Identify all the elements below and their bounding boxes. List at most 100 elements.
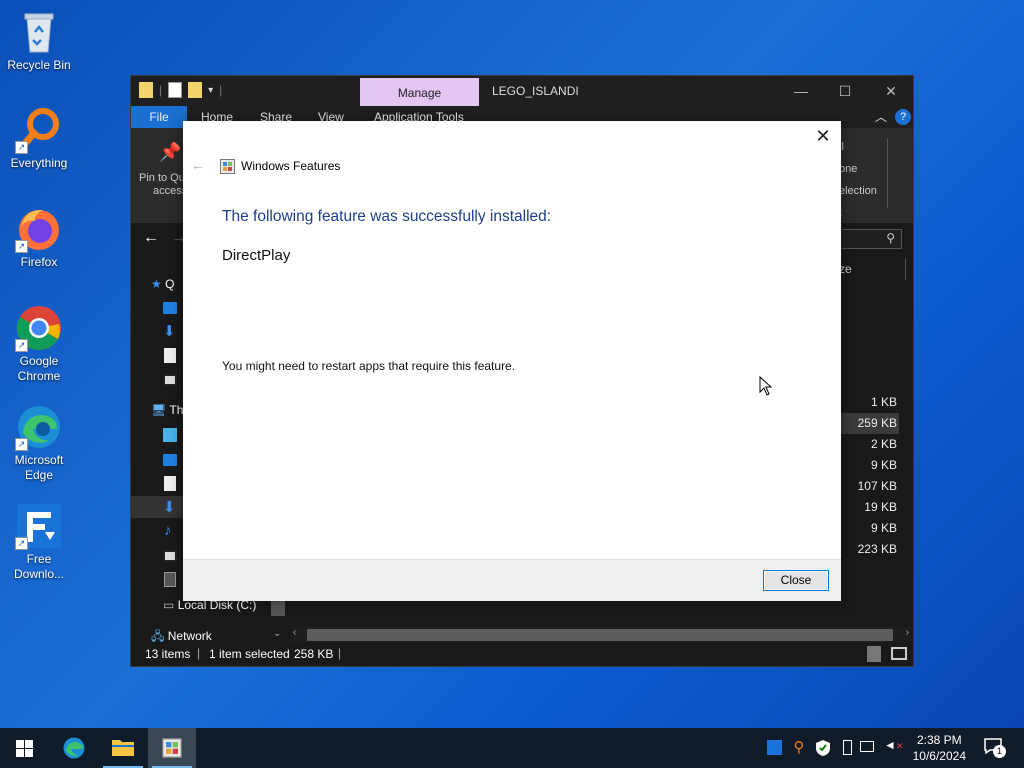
dialog-heading: The following feature was successfully i… [222, 208, 552, 225]
new-folder-icon[interactable] [188, 82, 203, 98]
drive-icon: ▭ [163, 598, 175, 612]
pin-icon: 📌 [159, 142, 182, 162]
music-icon[interactable]: ♪ [164, 522, 172, 539]
column-divider [905, 258, 906, 280]
network-tray-icon[interactable] [860, 738, 878, 758]
search-icon: ⚲ [886, 231, 895, 245]
documents-icon[interactable] [164, 476, 176, 491]
desktop-icon-label: Everything [10, 156, 68, 170]
downloads-icon: ⬇ [163, 499, 176, 516]
ribbon-label: t [839, 202, 877, 224]
volume-muted-icon[interactable]: ◄✕ [884, 738, 903, 758]
status-bar: 13 items | 1 item selected 258 KB | [131, 642, 913, 666]
start-button[interactable] [0, 728, 48, 768]
window-title: LEGO_ISLANDI [492, 84, 579, 98]
desktop-icon-edge[interactable]: ↗ Microsoft Edge [2, 403, 76, 483]
free-download-manager-tray-icon[interactable] [767, 738, 785, 758]
shortcut-arrow-icon: ↗ [15, 141, 28, 154]
firefox-icon: ↗ [15, 205, 63, 253]
restart-note: You might need to restart apps that requ… [222, 359, 516, 373]
windows-features-icon [220, 159, 235, 174]
dialog-close-icon[interactable]: ✕ [813, 127, 833, 147]
windows-features-dialog: ✕ ← Windows Features The following featu… [183, 121, 841, 601]
tab-manage[interactable]: Manage [360, 78, 479, 106]
selection-info: 1 item selected [209, 647, 290, 661]
desktop-icon-firefox[interactable]: ↗ Firefox [2, 205, 76, 270]
network-icon: 🖧 [151, 629, 165, 643]
back-arrow-icon: ← [191, 157, 205, 173]
taskbar-file-explorer[interactable] [99, 728, 147, 768]
defender-shield-icon[interactable] [814, 738, 832, 758]
shortcut-arrow-icon: ↗ [15, 537, 28, 550]
usb-device-icon[interactable] [838, 738, 856, 758]
downloads-icon[interactable]: ⬇ [163, 322, 176, 340]
desktop-icon-recycle-bin[interactable]: Recycle Bin [2, 8, 76, 73]
item-count: 13 items [145, 647, 191, 661]
taskbar-edge[interactable] [50, 728, 98, 768]
ribbon-divider [887, 138, 888, 208]
everything-tray-icon[interactable]: ⚲ [790, 738, 808, 758]
horizontal-scrollbar[interactable]: ‹ › [291, 627, 911, 643]
3d-objects-icon[interactable] [163, 428, 177, 442]
scroll-right-icon[interactable]: › [906, 627, 909, 638]
chevron-down-icon[interactable]: ⌄ [273, 628, 281, 639]
scrollbar-thumb[interactable] [307, 629, 893, 641]
desktop-icon-label: Recycle Bin [7, 58, 71, 72]
windows-features-icon [162, 738, 182, 758]
search-box[interactable]: ⚲ [836, 229, 902, 249]
desktop-icon-chrome[interactable]: ↗ Google Chrome [2, 304, 76, 384]
desktop-folder-icon[interactable] [163, 454, 177, 466]
close-button[interactable]: Close [763, 570, 829, 591]
system-clock[interactable]: 2:38 PM 10/6/2024 [913, 732, 966, 764]
edge-icon: ↗ [15, 403, 63, 451]
pictures-icon[interactable] [163, 550, 177, 562]
customize-qat-icon[interactable]: ▾ [208, 85, 213, 96]
nav-this-pc[interactable]: 🖥 Th [151, 400, 183, 420]
desktop-icon-label: Microsoft Edge [14, 453, 64, 482]
dialog-title: Windows Features [241, 159, 341, 173]
ribbon-label[interactable]: one [839, 158, 877, 180]
videos-icon[interactable] [164, 572, 176, 587]
close-window-button[interactable]: ✕ [871, 80, 911, 102]
separator: | [338, 646, 342, 660]
separator: | [219, 83, 223, 97]
tab-file[interactable]: File [131, 106, 187, 128]
desktop-icon-everything[interactable]: ↗ Everything [2, 106, 76, 171]
desktop-folder-icon[interactable] [163, 302, 177, 314]
desktop-icon-label: Firefox [20, 255, 58, 269]
collapse-ribbon-icon[interactable]: ︿ [875, 108, 887, 125]
computer-icon: 🖥 [151, 403, 167, 417]
quick-access-toolbar: | ▾ | [139, 82, 222, 98]
shortcut-arrow-icon: ↗ [15, 339, 28, 352]
desktop-icon-label: Google Chrome [17, 354, 61, 383]
clock-date: 10/6/2024 [912, 749, 966, 763]
nav-label: Network [167, 629, 212, 643]
explorer-title-bar: | ▾ | Manage LEGO_ISLANDI — ☐ ✕ [131, 76, 913, 106]
chrome-icon: ↗ [15, 304, 63, 352]
ribbon-label[interactable]: election [839, 180, 877, 202]
details-view-icon[interactable] [867, 646, 881, 662]
ribbon-label[interactable]: ll [839, 136, 877, 158]
installed-feature-name: DirectPlay [222, 247, 291, 264]
everything-search-icon: ↗ [15, 106, 63, 154]
desktop-icon-label: Free Downlo... [13, 552, 65, 581]
large-icons-view-icon[interactable] [891, 647, 907, 660]
action-center-icon[interactable]: 1 [984, 738, 1006, 758]
help-icon[interactable]: ? [895, 109, 911, 125]
taskbar-windows-features[interactable] [148, 728, 196, 768]
properties-icon[interactable] [168, 82, 183, 98]
documents-icon[interactable] [164, 348, 176, 363]
maximize-button[interactable]: ☐ [825, 80, 865, 102]
folder-icon[interactable] [139, 82, 153, 98]
back-arrow-icon[interactable]: ← [143, 229, 159, 247]
shortcut-arrow-icon: ↗ [15, 438, 28, 451]
scroll-left-icon[interactable]: ‹ [293, 627, 296, 638]
minimize-button[interactable]: — [781, 80, 821, 102]
pictures-icon[interactable] [163, 374, 177, 386]
taskbar: ⚲ ◄✕ 2:38 PM 10/6/2024 1 [0, 728, 1024, 768]
pin-to-quick-access-button[interactable]: Pin to Qu access [139, 172, 187, 198]
nav-label: Th [169, 403, 184, 417]
nav-quick-access[interactable]: ★ Q [151, 274, 174, 294]
ribbon-label: access [153, 185, 188, 197]
desktop-icon-free-download-manager[interactable]: ↗ Free Downlo... [2, 502, 76, 582]
